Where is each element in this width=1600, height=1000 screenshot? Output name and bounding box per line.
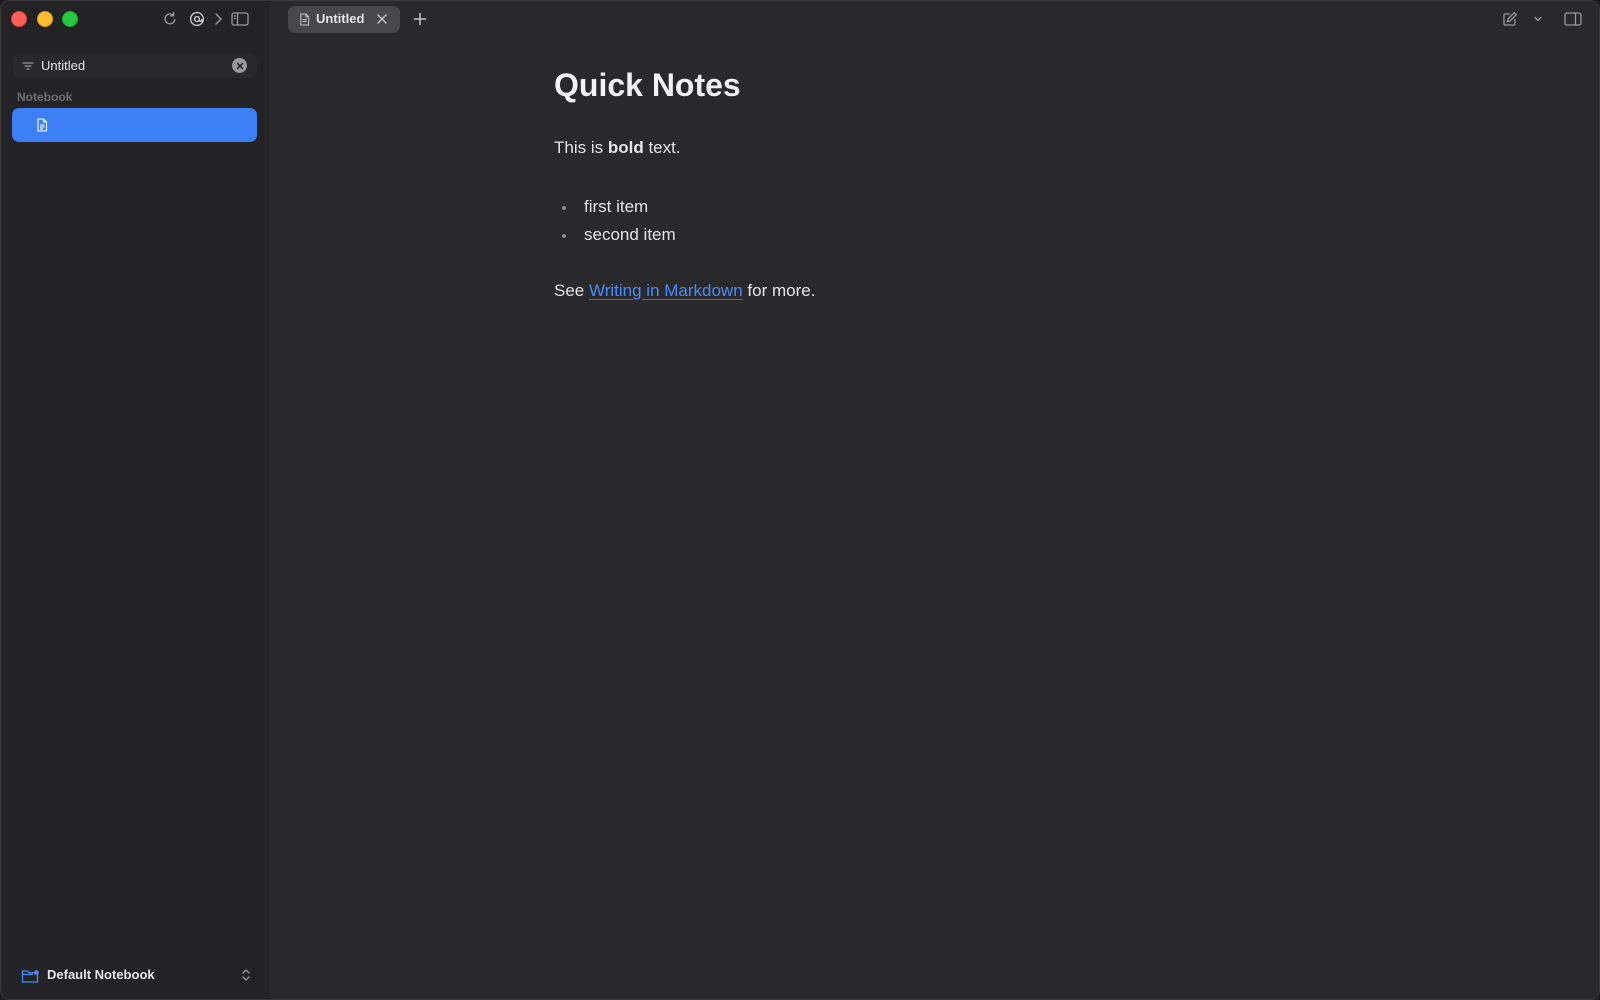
refresh-icon[interactable] — [160, 9, 180, 29]
at-sign-icon[interactable] — [187, 9, 207, 29]
window-close-button[interactable] — [11, 11, 27, 27]
bold-text: bold — [607, 138, 644, 157]
paragraph[interactable]: This is bold text. — [554, 136, 681, 160]
chevron-down-icon[interactable] — [1528, 9, 1548, 29]
markdown-link[interactable]: Writing in Markdown — [589, 281, 743, 300]
window-minimize-button[interactable] — [37, 11, 53, 27]
document-icon — [37, 118, 48, 132]
app-window: Notebook Default Notebook — [0, 0, 1600, 1000]
new-tab-icon[interactable] — [410, 9, 430, 29]
bullet-icon — [562, 206, 566, 210]
compose-icon[interactable] — [1500, 9, 1520, 29]
sidebar-filter[interactable] — [13, 54, 257, 78]
text-run: for more. — [742, 281, 816, 300]
right-panel-icon[interactable] — [1563, 9, 1583, 29]
list-item-text: first item — [584, 197, 649, 216]
filter-icon — [22, 62, 34, 70]
list-item[interactable]: first item — [554, 193, 676, 221]
window-zoom-button[interactable] — [62, 11, 78, 27]
clear-filter-icon[interactable] — [232, 58, 247, 73]
text-run: This is — [554, 138, 608, 157]
close-tab-icon[interactable] — [376, 13, 388, 25]
notebook-name: Default Notebook — [47, 967, 155, 982]
sidebar-toggle-icon[interactable] — [230, 9, 250, 29]
note-list-item[interactable] — [12, 108, 257, 142]
bullet-list[interactable]: first item second item — [554, 193, 676, 249]
up-down-chevron-icon — [242, 969, 250, 981]
note-heading[interactable]: Quick Notes — [554, 63, 1354, 107]
chevron-right-icon[interactable] — [208, 9, 228, 29]
text-run: text. — [643, 138, 681, 157]
editor[interactable]: Quick Notes This is bold text. first ite… — [554, 63, 1354, 300]
text-run: See — [554, 281, 589, 300]
section-label-notebook: Notebook — [17, 90, 73, 104]
folder-icon — [21, 970, 39, 983]
list-item[interactable]: second item — [554, 221, 676, 249]
paragraph[interactable]: See Writing in Markdown for more. — [554, 279, 815, 303]
bullet-icon — [562, 234, 566, 238]
filter-input[interactable] — [41, 58, 221, 73]
notebook-picker[interactable]: Default Notebook — [21, 965, 251, 987]
sidebar: Notebook Default Notebook — [1, 1, 269, 999]
tab-untitled[interactable]: Untitled — [288, 6, 400, 33]
list-item-text: second item — [584, 225, 676, 244]
document-icon — [300, 13, 310, 26]
tab-label: Untitled — [316, 11, 365, 26]
